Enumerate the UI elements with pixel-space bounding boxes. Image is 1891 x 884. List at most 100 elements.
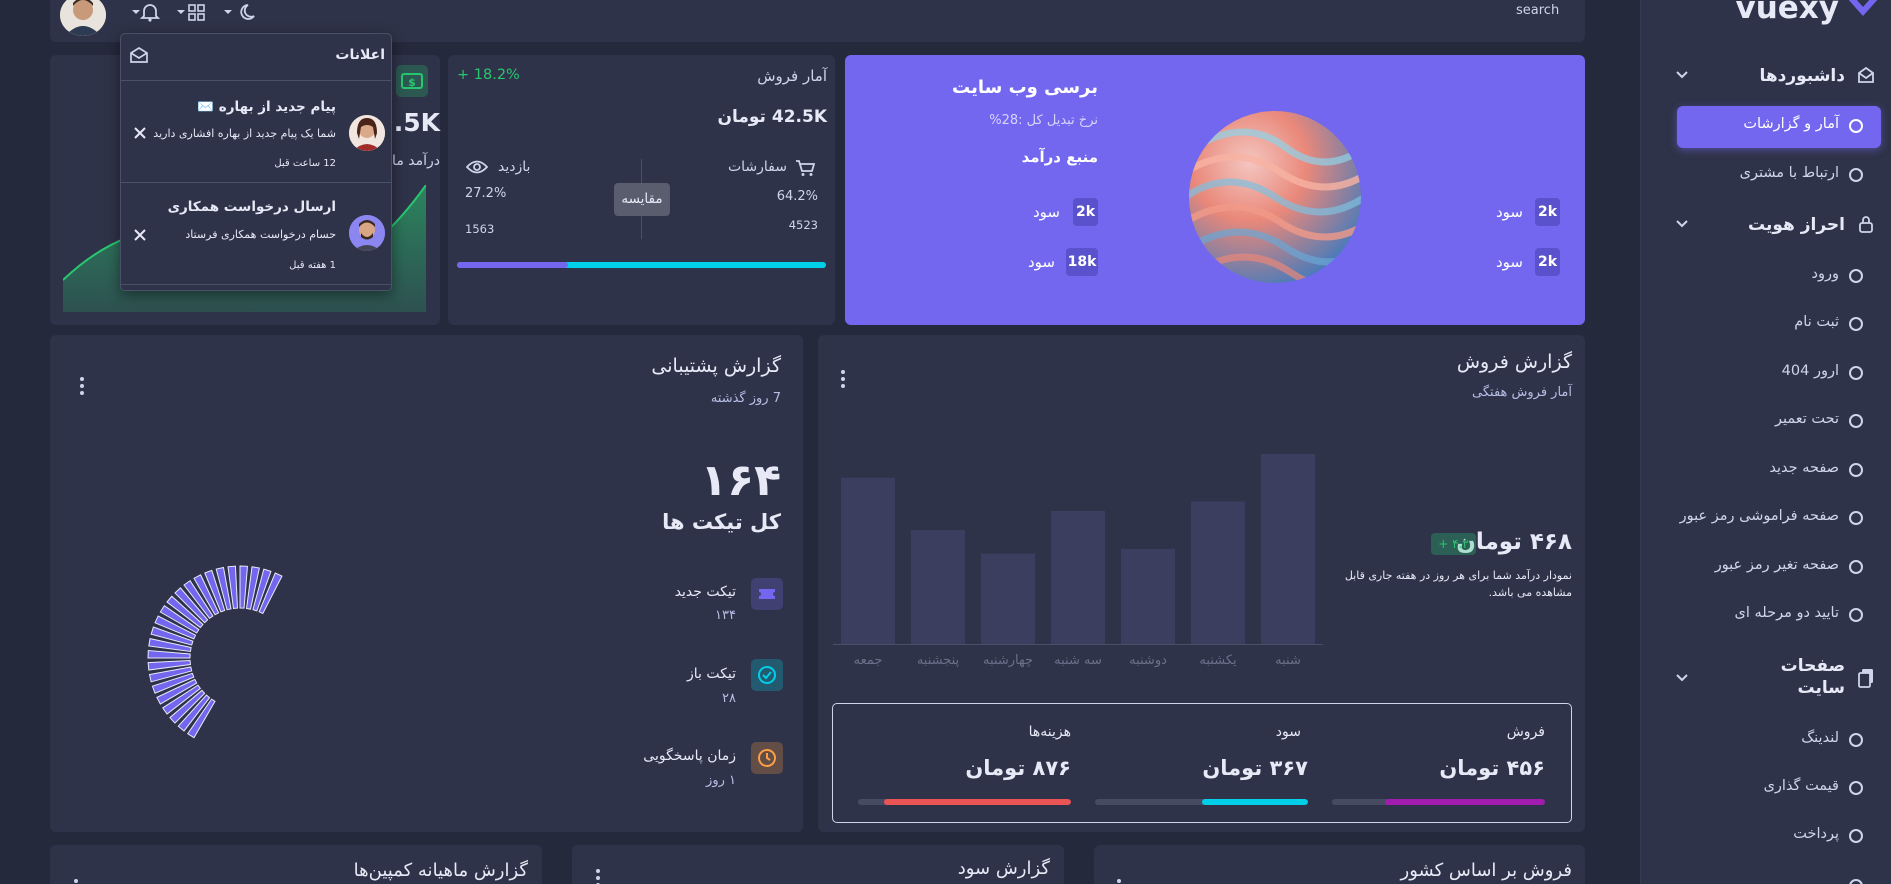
notification-item[interactable]: ارسال درخواست همکاری حسام درخواست همکاری… [121, 183, 391, 283]
sales-stats-card: آمار فروش + 18.2% 42.5K تومان سفارشات 64… [448, 55, 835, 325]
circle-icon [1849, 733, 1863, 747]
sidebar-item-payment[interactable]: پرداخت [1640, 816, 1891, 856]
nav-group-pages[interactable]: صفحات سایت [1640, 655, 1891, 703]
chevron-down-icon [1675, 673, 1689, 683]
logo-text[interactable]: vuexy [1735, 0, 1839, 26]
sidebar-item-login[interactable]: ورود [1640, 256, 1891, 296]
bar [1261, 454, 1315, 644]
tickets-radial-gauge [147, 565, 283, 739]
search-input[interactable]: search [1516, 3, 1559, 18]
bar [981, 553, 1035, 644]
lock-icon [1857, 215, 1875, 233]
card-title: برسی وب سایت [952, 77, 1098, 98]
moon-icon[interactable] [222, 2, 256, 22]
summary-value: ۸۷۶ تومان [965, 756, 1071, 780]
nav-group-auth[interactable]: احراز هویت [1640, 205, 1891, 245]
stat-label: سود [1496, 203, 1523, 221]
more-options-icon[interactable] [596, 869, 600, 884]
vuexy-logo-icon [1845, 0, 1881, 20]
weekly-sales-bar-chart: شنبه یکشنبه دوشنبه سه شنبه چهارشنبه پنجشنبه جم… [833, 454, 1323, 668]
sidebar-item-two-step[interactable]: تایید دو مرحله ای [1640, 595, 1891, 635]
card-title: فروش بر اساس کشور [1400, 860, 1572, 881]
notification-title: پیام جدید از بهاره ✉️ [197, 99, 336, 115]
sidebar-item-maintenance[interactable]: تحت تعمیر [1640, 401, 1891, 441]
sidebar-item-more[interactable] [1640, 866, 1891, 884]
chart-description: نمودار درآمد شما برای هر روز در هفته جار… [1344, 569, 1572, 599]
sales-summary-box: فروش ۴۵۶ تومان سود ۳۶۷ تومان هزینه‌ها ۸۷… [832, 703, 1572, 823]
circle-icon [1849, 781, 1863, 795]
avatar [349, 115, 385, 151]
card-subtitle: آمار فروش هفتگی [1472, 385, 1572, 400]
sidebar-item-pricing[interactable]: قیمت گذاری [1640, 768, 1891, 808]
stat-tag: 2k [1073, 198, 1098, 226]
chevron-down-icon [1675, 219, 1689, 229]
sales-amount: 42.5K تومان [717, 107, 827, 127]
sidebar-item-label: پرداخت [1793, 826, 1839, 842]
notification-text: حسام درخواست همکاری فرستاد [185, 228, 336, 241]
circle-icon [1849, 829, 1863, 843]
sidebar-item-landing[interactable]: لندینگ [1640, 720, 1891, 760]
circle-icon [1849, 608, 1863, 622]
circle-icon [1849, 879, 1863, 884]
bar [911, 530, 965, 644]
sidebar-item-crm[interactable]: ارتباط با مشتری [1640, 155, 1891, 195]
card-title: گزارش سود [957, 858, 1050, 879]
stat-tag: 18k [1066, 248, 1098, 276]
circle-icon [1849, 168, 1863, 182]
gauge-segment [147, 650, 191, 659]
stat-tag: 2k [1535, 198, 1560, 226]
summary-label: سود [1275, 724, 1301, 740]
cart-icon [795, 159, 815, 177]
x-tick-label: شنبه [1275, 653, 1301, 668]
bar [1121, 549, 1175, 644]
circle-icon [1849, 119, 1863, 133]
sidebar-item-analytics[interactable]: آمار و گزارشات [1640, 106, 1891, 148]
card-title: گزارش پشتیبانی [651, 355, 781, 377]
sidebar-item-reset-password[interactable]: صفحه تغیر رمز عبور [1640, 547, 1891, 587]
ticket-icon [751, 578, 783, 610]
card-title: آمار فروش [757, 67, 827, 85]
more-options-icon[interactable] [74, 879, 78, 884]
circle-icon [1849, 560, 1863, 574]
x-tick-label: دوشنبه [1129, 653, 1167, 668]
sidebar-item-label: صفحه فراموشی رمز عبور [1679, 508, 1839, 524]
revenue-label: درآمد ما [392, 153, 440, 169]
sidebar-item-404[interactable]: ارور 404 [1640, 353, 1891, 393]
circle-icon [1849, 414, 1863, 428]
dollar-icon: $ [396, 65, 428, 97]
more-options-icon[interactable] [1117, 879, 1121, 884]
total-tickets-label: کل تیکت ها [662, 510, 781, 534]
close-icon[interactable] [133, 228, 147, 242]
sidebar-item-label: صفحه جدید [1769, 460, 1839, 476]
summary-progress [1095, 799, 1308, 805]
notification-item[interactable]: پیام جدید از بهاره ✉️ شما یک پیام جدید ا… [121, 81, 391, 181]
more-options-icon[interactable] [841, 370, 845, 391]
stat-label: سود [1028, 253, 1055, 271]
sidebar-item-label: تایید دو مرحله ای [1734, 605, 1839, 621]
notifications-dropdown: اعلانات پیام جدید از بهاره ✉️ شما یک پیا… [120, 33, 392, 291]
total-tickets: ۱۶۴ [700, 455, 781, 506]
avatar [349, 215, 385, 251]
sidebar-item-new-page[interactable]: صفحه جدید [1640, 450, 1891, 490]
profit-report-card: گزارش سود [572, 845, 1064, 884]
sidebar-item-label: صفحه تغیر رمز عبور [1714, 557, 1839, 573]
conversion-rate: نرخ تبدیل کل :28% [989, 113, 1098, 128]
nav-group-label: احراز هویت [1747, 215, 1845, 235]
more-options-icon[interactable] [80, 377, 84, 398]
chevron-down-icon [1675, 70, 1689, 80]
circle-icon [1849, 366, 1863, 380]
sales-report-card: گزارش فروش آمار فروش هفتگی ۴۶۸ تومان + ۴… [818, 335, 1585, 832]
sidebar-item-label: ارتباط با مشتری [1739, 165, 1839, 181]
mark-read-icon[interactable] [129, 46, 149, 64]
notification-bell-icon[interactable] [130, 2, 164, 22]
nav-group-dashboards[interactable]: داشبوردها [1640, 56, 1891, 96]
visits-percent: 27.2% [465, 186, 507, 201]
close-icon[interactable] [133, 126, 147, 140]
sidebar-item-register[interactable]: ثبت نام [1640, 304, 1891, 344]
notification-time: 12 ساعت قبل [274, 158, 336, 169]
notification-time: 1 هفته قبل [289, 260, 336, 271]
notification-text: شما یک پیام جدید از بهاره افشاری دارید [153, 127, 336, 140]
sidebar-item-forgot-password[interactable]: صفحه فراموشی رمز عبور [1640, 498, 1891, 538]
stat-label: سود [1033, 203, 1060, 221]
shortcuts-grid-icon[interactable] [175, 2, 209, 22]
